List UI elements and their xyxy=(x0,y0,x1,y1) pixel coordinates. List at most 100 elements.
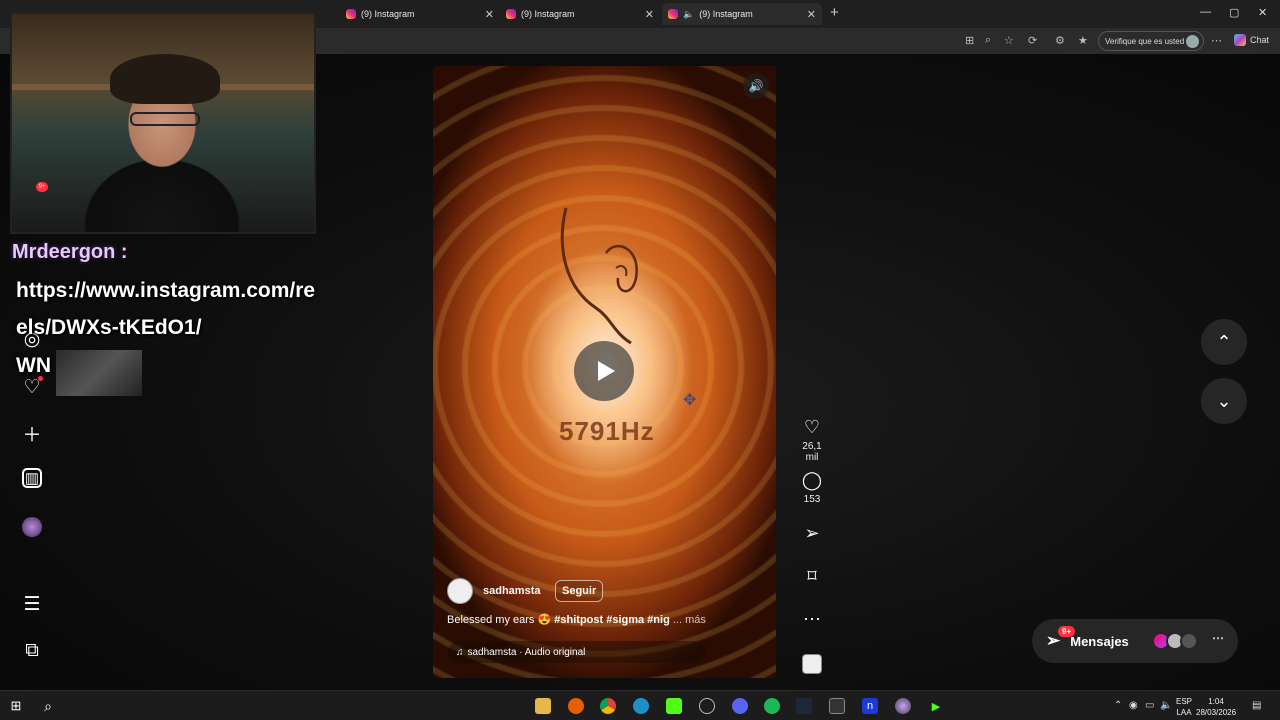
tray-expand-icon[interactable]: ⌃ xyxy=(1114,700,1122,711)
maximize-icon[interactable]: ▢ xyxy=(1229,6,1239,19)
clock-time: 1:04 xyxy=(1208,697,1224,706)
profile-avatar-icon[interactable] xyxy=(20,515,44,539)
discord-icon[interactable] xyxy=(732,698,748,714)
reel-caption[interactable]: Belessed my ears 😍 #shitpost #sigma #nig… xyxy=(447,613,706,626)
comment-icon[interactable]: ◯ xyxy=(796,469,828,491)
browser-tab[interactable]: (9) Instagram ✕ xyxy=(340,3,500,25)
caption-hashtags[interactable]: #shitpost #sigma #nig xyxy=(554,614,670,626)
chrome-icon[interactable] xyxy=(600,698,616,714)
chevron-up-icon[interactable]: ⌃ xyxy=(1201,319,1247,365)
kick-icon[interactable] xyxy=(666,698,682,714)
chat-message-line: WN xyxy=(16,354,51,377)
more-action[interactable]: ⋯ xyxy=(796,608,828,630)
reel-owner-name[interactable]: sadhamsta xyxy=(483,585,540,597)
obs-icon[interactable] xyxy=(699,698,715,714)
audio-thumbnail[interactable] xyxy=(802,654,822,674)
tray-app-icon[interactable]: ◉ xyxy=(1129,700,1138,711)
dashboard-icon[interactable]: ▥ xyxy=(22,468,42,488)
ear-drawing xyxy=(560,207,638,345)
create-plus-icon[interactable]: ＋ xyxy=(20,421,44,446)
profile-verify-button[interactable]: Verifique que es usted xyxy=(1098,31,1204,51)
speaker-icon[interactable]: 🔈 xyxy=(683,9,694,20)
tab-title: (9) Instagram xyxy=(521,9,575,19)
system-clock[interactable]: 1:04 28/03/2026 xyxy=(1196,696,1236,718)
follow-button[interactable]: Seguir xyxy=(555,580,604,602)
menu-dots-icon[interactable]: ⋯ xyxy=(1211,34,1222,47)
lang-layout: LAA xyxy=(1176,708,1192,717)
volume-icon[interactable]: 🔊 xyxy=(743,73,769,99)
spotify-icon[interactable] xyxy=(764,698,780,714)
like-action[interactable]: ♡ 26,1 mil xyxy=(796,416,828,463)
caption-emoji: 😍 xyxy=(537,614,552,626)
share-icon[interactable]: ➢ xyxy=(796,522,828,544)
notifications-icon[interactable]: ▤ xyxy=(1252,700,1261,711)
terminal-icon[interactable] xyxy=(829,698,845,714)
favorite-icon[interactable]: ☆ xyxy=(1004,34,1014,47)
extensions-icon[interactable]: ⚙ xyxy=(1055,34,1065,47)
app-icon[interactable]: ⊞ xyxy=(965,34,974,47)
windows-taskbar: ⊞ ⌕ n ▶ ⌃ ◉ ▭ 🔈 ESP LAA 1:04 28/03/2026 … xyxy=(0,690,1280,720)
reel-owner-avatar[interactable] xyxy=(447,578,473,604)
caption-text: Belessed my ears xyxy=(447,614,535,626)
profile-avatar xyxy=(1186,35,1199,48)
language-indicator[interactable]: ESP LAA xyxy=(1176,696,1192,718)
heart-icon[interactable]: ♡ xyxy=(796,416,828,438)
chat-username: Mrdeergon : xyxy=(12,241,128,263)
steam-icon[interactable] xyxy=(796,698,812,714)
volume-tray-icon[interactable]: 🔈 xyxy=(1160,700,1172,711)
minimize-icon[interactable]: — xyxy=(1200,6,1211,18)
chevron-down-icon[interactable]: ⌄ xyxy=(1201,378,1247,424)
more-apps-icon[interactable]: ⧉ xyxy=(20,639,44,663)
messages-button[interactable]: ➢ 9+ Mensajes ⋯ xyxy=(1032,619,1238,663)
comment-count: 153 xyxy=(803,494,821,505)
close-window-icon[interactable]: ✕ xyxy=(1258,6,1267,19)
audio-label: sadhamsta · Audio original xyxy=(467,646,586,658)
app-icon[interactable] xyxy=(895,698,911,714)
streamer-hair xyxy=(110,54,220,104)
webcam-overlay xyxy=(10,12,316,234)
comment-action[interactable]: ◯ 153 xyxy=(796,469,828,505)
clock-date: 28/03/2026 xyxy=(1196,708,1237,717)
chat-message-line: https://www.instagram.com/re xyxy=(16,279,316,302)
zoom-icon[interactable]: ⌕ xyxy=(985,34,991,47)
streaming-app-icon[interactable]: ▶ xyxy=(928,698,944,714)
tab-title: (9) Instagram xyxy=(361,9,415,19)
firefox-icon[interactable] xyxy=(568,698,584,714)
bookmark-icon[interactable]: ⌑ xyxy=(796,565,828,587)
windows-start-icon[interactable]: ⊞ xyxy=(8,698,24,714)
close-tab-icon[interactable]: ✕ xyxy=(485,8,494,21)
copilot-icon xyxy=(1234,34,1246,46)
close-tab-icon[interactable]: ✕ xyxy=(807,8,816,21)
chat-image-thumbnail xyxy=(56,350,142,396)
browser-tab[interactable]: (9) Instagram ✕ xyxy=(500,3,660,25)
more-icon[interactable]: ⋯ xyxy=(1212,631,1224,645)
refresh-icon[interactable]: ⟳ xyxy=(1028,34,1037,47)
menu-icon[interactable]: ☰ xyxy=(20,592,44,616)
new-tab-icon[interactable]: + xyxy=(830,4,839,21)
save-action[interactable]: ⌑ xyxy=(796,565,828,587)
file-explorer-icon[interactable] xyxy=(535,698,551,714)
instagram-icon xyxy=(668,9,678,19)
music-note-icon: ♫ xyxy=(456,646,464,658)
edge-icon[interactable] xyxy=(633,698,649,714)
play-icon[interactable] xyxy=(574,341,634,401)
browser-tab-active[interactable]: 🔈 (9) Instagram ✕ xyxy=(662,3,822,25)
instagram-icon xyxy=(506,9,516,19)
copilot-chat-button[interactable]: Chat xyxy=(1234,34,1269,46)
lang-code: ESP xyxy=(1176,697,1193,706)
messages-label: Mensajes xyxy=(1070,633,1129,649)
avatar xyxy=(1180,632,1198,650)
audio-pill[interactable]: ♫ sadhamsta · Audio original xyxy=(448,641,706,663)
search-icon[interactable]: ⌕ xyxy=(40,698,56,714)
caption-more-link[interactable]: ... más xyxy=(673,614,706,626)
favorites-bar-icon[interactable]: ★ xyxy=(1078,34,1088,47)
network-icon[interactable]: ▭ xyxy=(1145,700,1154,711)
instagram-icon xyxy=(346,9,356,19)
like-count: 26,1 mil xyxy=(802,441,822,463)
share-action[interactable]: ➢ xyxy=(796,522,828,544)
n-app-icon[interactable]: n xyxy=(862,698,878,714)
tab-title: (9) Instagram xyxy=(699,9,753,19)
chat-message-line: els/DWXs-tKEdO1/ xyxy=(16,316,202,339)
more-icon[interactable]: ⋯ xyxy=(796,608,828,630)
close-tab-icon[interactable]: ✕ xyxy=(645,8,654,21)
